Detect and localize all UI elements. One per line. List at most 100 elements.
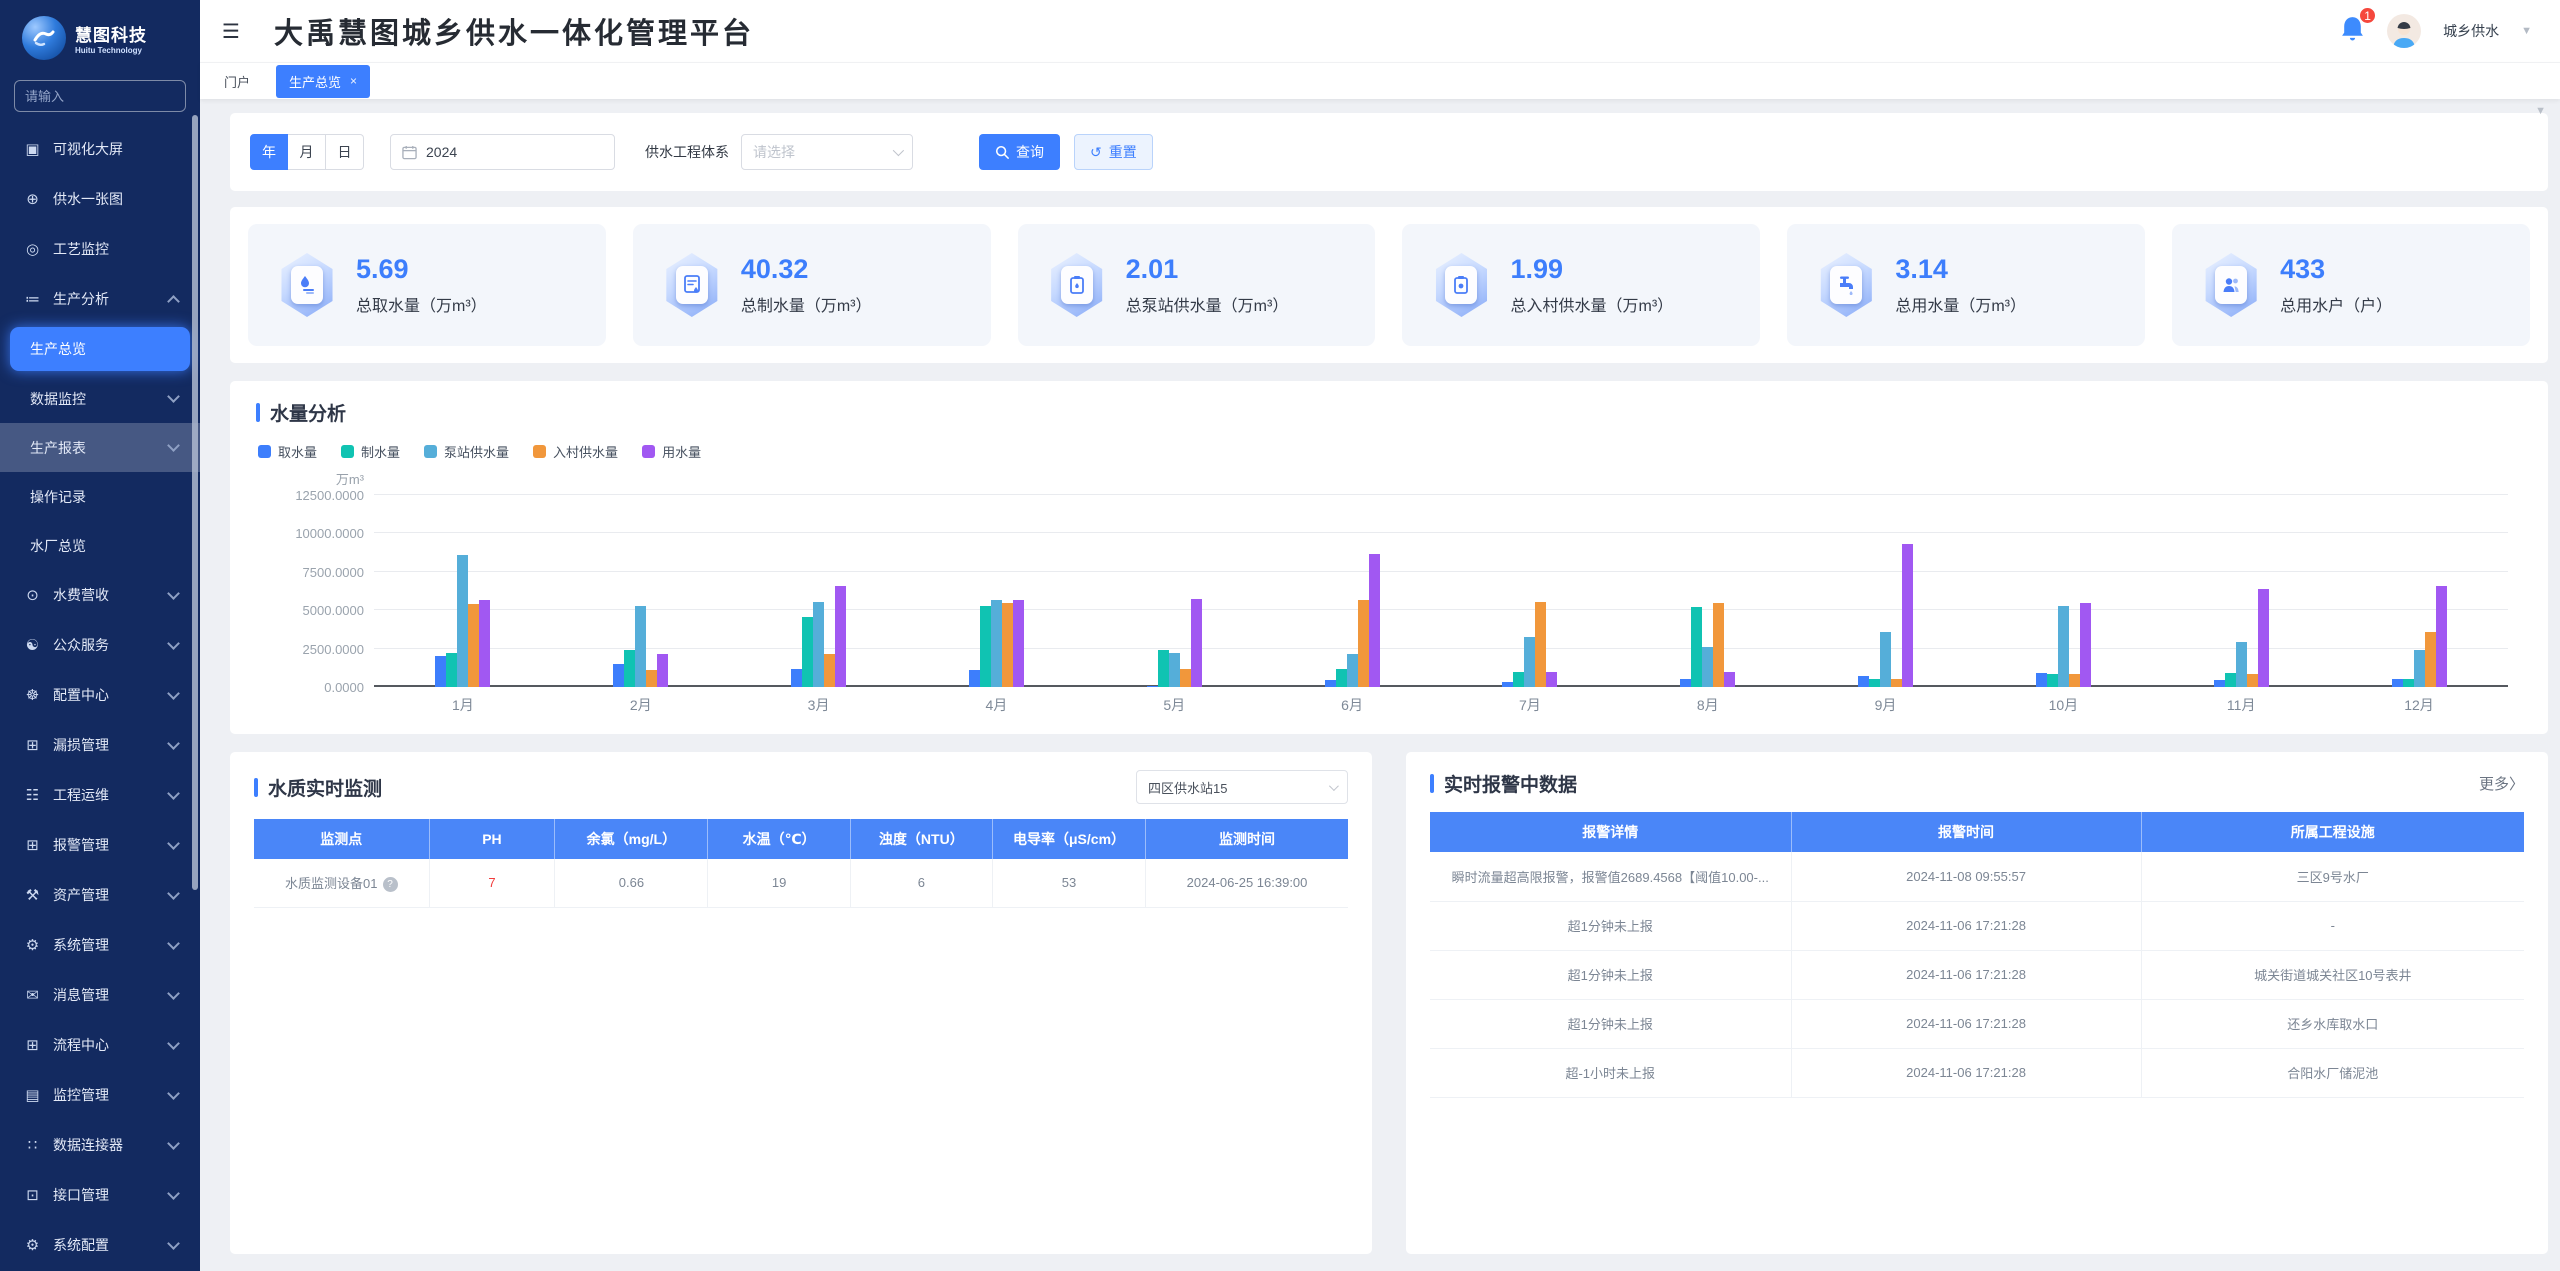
- bar-production[interactable]: [624, 650, 635, 687]
- table-row[interactable]: 瞬时流量超高限报警，报警值2689.4568【阈值10.00-...2024-1…: [1430, 852, 2524, 901]
- bar-usage[interactable]: [1369, 554, 1380, 687]
- sidebar-item-alarm-mgmt[interactable]: ⊞报警管理: [0, 820, 200, 870]
- notification-bell-icon[interactable]: 1: [2340, 15, 2365, 47]
- user-avatar[interactable]: [2387, 14, 2421, 48]
- bar-pump-supply[interactable]: [2414, 650, 2425, 687]
- sidebar-item-production-report[interactable]: 生产报表: [0, 423, 200, 472]
- tab-门户[interactable]: 门户: [224, 72, 250, 91]
- bar-usage[interactable]: [657, 654, 668, 687]
- sidebar-item-plant-overview[interactable]: 水厂总览: [0, 521, 200, 570]
- search-button[interactable]: 查询: [979, 134, 1060, 170]
- bar-intake[interactable]: [1680, 679, 1691, 687]
- bar-village-supply[interactable]: [2069, 674, 2080, 687]
- bar-pump-supply[interactable]: [2236, 642, 2247, 687]
- bar-village-supply[interactable]: [1002, 603, 1013, 687]
- sidebar-item-engineering-ops[interactable]: ☷工程运维: [0, 770, 200, 820]
- sidebar-item-production-analysis[interactable]: ≔生产分析: [0, 274, 200, 324]
- sidebar-item-bigscreen[interactable]: ▣可视化大屏: [0, 124, 200, 174]
- close-tab-icon[interactable]: ×: [350, 74, 357, 88]
- bar-pump-supply[interactable]: [1524, 637, 1535, 687]
- table-row[interactable]: 水质监测设备01?70.66196532024-06-25 16:39:00: [254, 859, 1348, 907]
- sidebar-search-input[interactable]: [14, 80, 186, 112]
- bar-production[interactable]: [2403, 679, 2414, 687]
- bar-pump-supply[interactable]: [991, 600, 1002, 687]
- bar-village-supply[interactable]: [824, 654, 835, 687]
- bar-village-supply[interactable]: [1358, 600, 1369, 687]
- period-button-日[interactable]: 日: [326, 134, 364, 170]
- legend-item-pump-supply[interactable]: 泵站供水量: [424, 442, 509, 461]
- bar-intake[interactable]: [2392, 679, 2403, 687]
- bar-production[interactable]: [980, 606, 991, 687]
- table-row[interactable]: 超1分钟未上报2024-11-06 17:21:28-: [1430, 901, 2524, 950]
- sidebar-item-message-mgmt[interactable]: ✉消息管理: [0, 970, 200, 1020]
- table-row[interactable]: 超1分钟未上报2024-11-06 17:21:28还乡水库取水口: [1430, 999, 2524, 1048]
- reset-button[interactable]: ↺ 重置: [1074, 134, 1153, 170]
- bar-village-supply[interactable]: [1891, 679, 1902, 687]
- sidebar-item-api-mgmt[interactable]: ⊡接口管理: [0, 1170, 200, 1220]
- sidebar-item-public-service[interactable]: ☯公众服务: [0, 620, 200, 670]
- bar-pump-supply[interactable]: [1347, 654, 1358, 687]
- sidebar-item-data-monitor[interactable]: 数据监控: [0, 374, 200, 423]
- system-select[interactable]: 请选择: [741, 134, 913, 170]
- bar-production[interactable]: [2047, 674, 2058, 687]
- bar-production[interactable]: [802, 617, 813, 687]
- period-button-月[interactable]: 月: [288, 134, 326, 170]
- sidebar-item-operation-log[interactable]: 操作记录: [0, 472, 200, 521]
- bar-usage[interactable]: [1724, 672, 1735, 687]
- bar-intake[interactable]: [791, 669, 802, 687]
- bar-intake[interactable]: [2036, 673, 2047, 687]
- bar-usage[interactable]: [1191, 599, 1202, 687]
- station-select[interactable]: 四区供水站15: [1136, 770, 1348, 804]
- sidebar-item-config-center[interactable]: ☸配置中心: [0, 670, 200, 720]
- bar-intake[interactable]: [969, 670, 980, 687]
- bar-usage[interactable]: [2436, 586, 2447, 687]
- bar-production[interactable]: [1691, 607, 1702, 687]
- bar-village-supply[interactable]: [1180, 669, 1191, 687]
- bar-production[interactable]: [1513, 672, 1524, 687]
- legend-item-usage[interactable]: 用水量: [642, 442, 701, 461]
- bar-intake[interactable]: [1147, 686, 1158, 687]
- period-button-年[interactable]: 年: [250, 134, 288, 170]
- sidebar-item-billing[interactable]: ⊙水费营收: [0, 570, 200, 620]
- year-picker[interactable]: 2024: [390, 134, 615, 170]
- bar-usage[interactable]: [1546, 672, 1557, 687]
- table-row[interactable]: 超-1小时未上报2024-11-06 17:21:28合阳水厂储泥池: [1430, 1048, 2524, 1097]
- bar-village-supply[interactable]: [1713, 603, 1724, 687]
- sidebar-item-monitor-mgmt[interactable]: ▤监控管理: [0, 1070, 200, 1120]
- bar-production[interactable]: [1336, 669, 1347, 687]
- help-icon[interactable]: ?: [383, 877, 398, 892]
- bar-pump-supply[interactable]: [1169, 653, 1180, 687]
- sidebar-item-asset-mgmt[interactable]: ⚒资产管理: [0, 870, 200, 920]
- bar-village-supply[interactable]: [2247, 674, 2258, 687]
- sidebar-item-workflow-center[interactable]: ⊞流程中心: [0, 1020, 200, 1070]
- bar-village-supply[interactable]: [468, 604, 479, 687]
- sidebar-item-system-mgmt[interactable]: ⚙系统管理: [0, 920, 200, 970]
- more-link[interactable]: 更多〉: [2479, 773, 2524, 794]
- bar-production[interactable]: [446, 653, 457, 687]
- user-menu-caret-icon[interactable]: ▼: [2521, 25, 2532, 37]
- bar-pump-supply[interactable]: [2058, 606, 2069, 687]
- bar-village-supply[interactable]: [1535, 602, 1546, 687]
- bar-pump-supply[interactable]: [635, 606, 646, 687]
- legend-item-intake[interactable]: 取水量: [258, 442, 317, 461]
- bar-pump-supply[interactable]: [1702, 647, 1713, 687]
- bar-intake[interactable]: [1502, 682, 1513, 687]
- sidebar-item-production-overview[interactable]: 生产总览: [10, 327, 190, 371]
- bar-intake[interactable]: [1858, 676, 1869, 687]
- sidebar-scrollbar[interactable]: [192, 115, 198, 890]
- bar-usage[interactable]: [2258, 589, 2269, 687]
- bar-village-supply[interactable]: [646, 670, 657, 687]
- sidebar-item-leakage-mgmt[interactable]: ⊞漏损管理: [0, 720, 200, 770]
- bar-pump-supply[interactable]: [1880, 632, 1891, 687]
- bar-pump-supply[interactable]: [457, 555, 468, 687]
- sidebar-item-process-monitor[interactable]: ◎工艺监控: [0, 224, 200, 274]
- bar-intake[interactable]: [2214, 680, 2225, 687]
- sidebar-item-system-config[interactable]: ⚙系统配置: [0, 1220, 200, 1270]
- legend-item-village-supply[interactable]: 入村供水量: [533, 442, 618, 461]
- bar-intake[interactable]: [613, 664, 624, 687]
- bar-usage[interactable]: [479, 600, 490, 687]
- bar-production[interactable]: [2225, 673, 2236, 687]
- bar-usage[interactable]: [1013, 600, 1024, 687]
- bar-village-supply[interactable]: [2425, 632, 2436, 687]
- table-row[interactable]: 超1分钟未上报2024-11-06 17:21:28城关街道城关社区10号表井: [1430, 950, 2524, 999]
